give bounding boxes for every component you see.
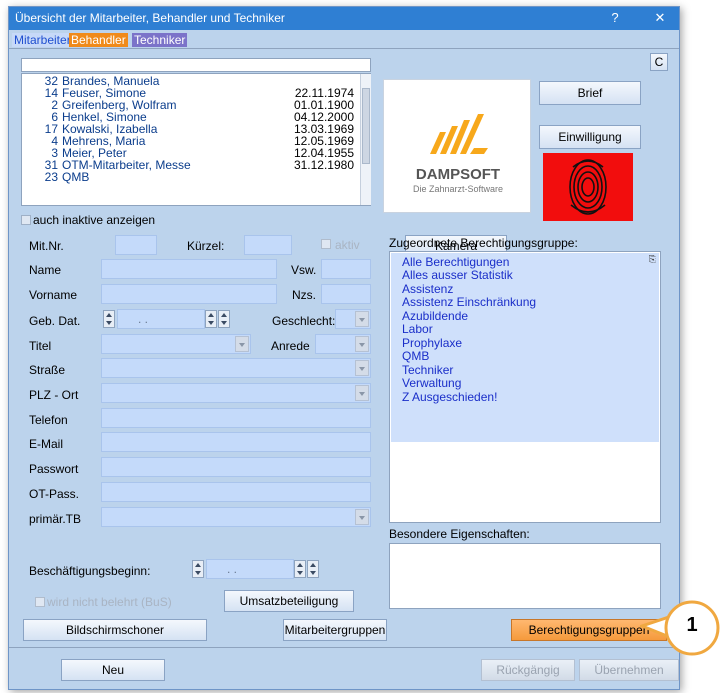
chevron-down-icon[interactable] [355, 385, 369, 401]
list-item[interactable]: Verwaltung [402, 377, 461, 390]
eigenschaften-field[interactable] [389, 543, 661, 609]
nzs-label: Nzs. [292, 288, 316, 302]
fingerprint-icon [569, 159, 607, 215]
strasse-label: Straße [29, 363, 66, 377]
email-field[interactable] [101, 432, 371, 452]
bildschirmschoner-button[interactable]: Bildschirmschoner [23, 619, 207, 641]
link-icon[interactable]: ⎘ [649, 254, 656, 265]
list-item[interactable]: QMB [402, 350, 429, 363]
plz-combo[interactable] [101, 383, 371, 403]
telefon-label: Telefon [29, 413, 68, 427]
groups-label: Zugeordnete Berechtigungsgruppe: [389, 236, 578, 250]
c-button[interactable]: C [650, 53, 668, 71]
window-title: Übersicht der Mitarbeiter, Behandler und… [15, 11, 285, 25]
strasse-combo[interactable] [101, 358, 371, 378]
list-item[interactable]: Z Ausgeschieden! [402, 391, 497, 404]
passwort-field[interactable] [101, 457, 371, 477]
gebdat-spin-right-b[interactable] [218, 310, 230, 328]
brief-button[interactable]: Brief [539, 81, 641, 105]
vorname-label: Vorname [29, 288, 78, 302]
permission-group-list[interactable]: ⎘ Alle Berechtigungen Alles ausser Stati… [389, 251, 661, 523]
plz-label: PLZ - Ort [29, 388, 79, 402]
tab-behandler[interactable]: Behandler [69, 33, 128, 47]
otpass-label: OT-Pass. [29, 487, 80, 501]
beschaeftigung-value: . . [227, 562, 238, 576]
list-item[interactable]: 23 QMB [22, 171, 362, 183]
logo-tagline: Die Zahnarzt-Software [412, 184, 504, 194]
list-item[interactable]: Alles ausser Statistik [402, 269, 513, 282]
nzs-field[interactable] [321, 284, 371, 304]
mitnr-field[interactable] [115, 235, 157, 255]
kuerzel-label: Kürzel: [187, 239, 225, 253]
primaer-combo[interactable] [101, 507, 371, 527]
titel-label: Titel [29, 339, 52, 353]
help-button[interactable]: ? [602, 9, 628, 27]
list-item[interactable]: Labor [402, 323, 433, 336]
telefon-field[interactable] [101, 408, 371, 428]
close-button[interactable]: ✕ [647, 9, 673, 27]
aktiv-label: aktiv [335, 238, 360, 252]
fingerprint-panel[interactable] [543, 153, 633, 221]
gebdat-value: . . [138, 312, 149, 326]
chevron-down-icon[interactable] [355, 336, 369, 352]
otpass-field[interactable] [101, 482, 371, 502]
rueckgaengig-button[interactable]: Rückgängig [481, 659, 575, 681]
geschlecht-label: Geschlecht: [272, 314, 336, 328]
vorname-field[interactable] [101, 284, 277, 304]
chevron-down-icon[interactable] [355, 311, 369, 327]
mitarbeitergruppen-button[interactable]: Mitarbeitergruppen [283, 619, 387, 641]
employee-search-input[interactable] [21, 58, 371, 72]
chevron-down-icon[interactable] [355, 509, 369, 525]
bottom-divider [9, 647, 679, 648]
belehrt-label: wird nicht belehrt (BuS) [47, 595, 172, 609]
anrede-combo[interactable] [315, 334, 371, 354]
belehrt-checkbox[interactable] [35, 597, 45, 607]
geschlecht-combo[interactable] [335, 309, 371, 329]
gebdat-field[interactable]: . . [117, 309, 205, 329]
beschaeftigung-spin-right-b[interactable] [307, 560, 319, 578]
anrede-label: Anrede [271, 339, 310, 353]
list-item[interactable]: Assistenz Einschränkung [402, 296, 536, 309]
inactive-label: auch inaktive anzeigen [33, 213, 156, 227]
einwilligung-button[interactable]: Einwilligung [539, 125, 641, 149]
beschaeftigung-field[interactable]: . . [206, 559, 294, 579]
neu-button[interactable]: Neu [61, 659, 165, 681]
aktiv-checkbox[interactable] [321, 239, 331, 249]
scrollbar-thumb[interactable] [362, 88, 370, 164]
beschaeftigung-label: Beschäftigungsbeginn: [29, 564, 151, 578]
mitnr-label: Mit.Nr. [29, 239, 64, 253]
tab-divider [9, 48, 679, 49]
name-field[interactable] [101, 259, 277, 279]
employee-list[interactable]: 32 Brandes, Manuela 14 Feuser, Simone 22.11… [21, 73, 371, 206]
titel-combo[interactable] [101, 334, 251, 354]
gebdat-spin-left[interactable] [103, 310, 115, 328]
chevron-down-icon[interactable] [235, 336, 249, 352]
umsatz-button[interactable]: Umsatzbeteiligung [224, 590, 354, 612]
vsw-label: Vsw. [291, 263, 317, 277]
vsw-field[interactable] [321, 259, 371, 279]
tab-techniker[interactable]: Techniker [132, 33, 188, 47]
gebdat-label: Geb. Dat. [29, 314, 81, 328]
chevron-down-icon[interactable] [355, 360, 369, 376]
tab-mitarbeiter[interactable]: Mitarbeiter [12, 33, 73, 47]
gebdat-spin-right-a[interactable] [205, 310, 217, 328]
employee-overview-window: Übersicht der Mitarbeiter, Behandler und… [8, 6, 680, 690]
beschaeftigung-spin-right-a[interactable] [294, 560, 306, 578]
logo-brand: DAMPSOFT [415, 166, 501, 183]
email-label: E-Mail [29, 437, 64, 451]
passwort-label: Passwort [29, 462, 79, 476]
name-label: Name [29, 263, 62, 277]
list-scrollbar[interactable] [360, 74, 371, 205]
inactive-checkbox[interactable] [21, 215, 31, 225]
primaer-label: primär.TB [29, 512, 82, 526]
eigenschaften-label: Besondere Eigenschaften: [389, 527, 530, 541]
callout-number: 1 [686, 614, 698, 636]
beschaeftigung-spin-left[interactable] [192, 560, 204, 578]
uebernehmen-button[interactable]: Übernehmen [579, 659, 679, 681]
screen: { "window": { "title": "Übersicht der Mi… [0, 0, 720, 693]
title-bar: Übersicht der Mitarbeiter, Behandler und… [9, 7, 679, 30]
kuerzel-field[interactable] [244, 235, 292, 255]
logo-panel: DAMPSOFT Die Zahnarzt-Software [383, 79, 531, 213]
